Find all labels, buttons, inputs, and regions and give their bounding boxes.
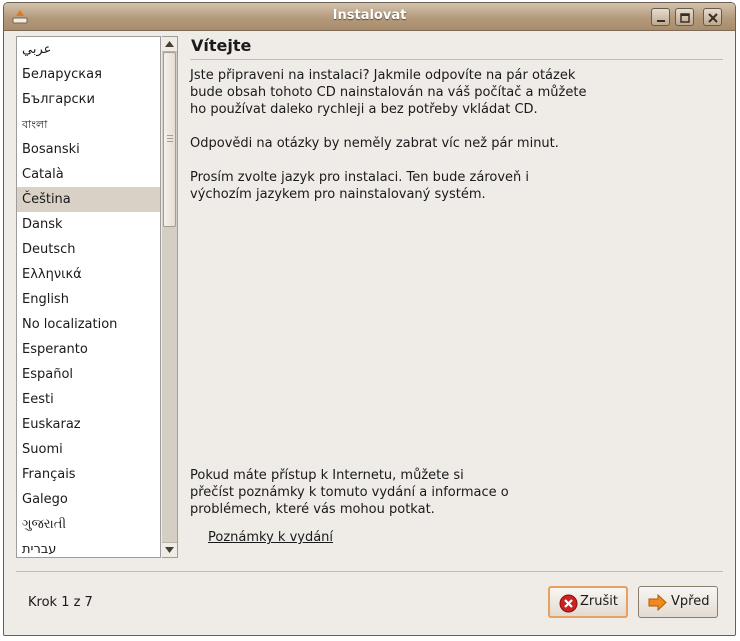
close-icon [708, 13, 718, 23]
duration-paragraph: Odpovědi na otázky by neměly zabrat víc … [190, 136, 559, 151]
language-item-no-localization[interactable]: No localization [17, 312, 160, 337]
next-label: Vpřed [671, 594, 710, 609]
cancel-label: Zrušit [580, 594, 618, 609]
language-item-bengali[interactable]: বাংলা [17, 112, 160, 137]
intro-line: ho používat daleko rychleji a bez potřeb… [190, 102, 538, 117]
arrow-down-icon [165, 547, 174, 553]
internet-paragraph: Pokud máte přístup k Internetu, můžete s… [190, 467, 610, 518]
language-item-greek[interactable]: Ελληνικά [17, 262, 160, 287]
page-title: Vítejte [191, 36, 252, 55]
language-item-danish[interactable]: Dansk [17, 212, 160, 237]
scroll-down-button[interactable] [162, 542, 177, 557]
language-list[interactable]: عربي Беларуская Български বাংলা Bosanski… [16, 36, 161, 558]
window-title: Instalovat [332, 8, 407, 23]
footer-divider [16, 571, 723, 572]
language-line: Prosím zvolte jazyk pro instalaci. Ten b… [190, 170, 530, 185]
intro-paragraph: Jste připraveni na instalaci? Jakmile od… [190, 67, 610, 118]
language-item-belarusian[interactable]: Беларуская [17, 62, 160, 87]
scrollbar-grip [167, 135, 173, 136]
scrollbar-grip [167, 141, 173, 142]
intro-line: Jste připraveni na instalaci? Jakmile od… [190, 68, 576, 83]
internet-line: přečíst poznámky k tomuto vydání a infor… [190, 485, 509, 500]
arrow-up-icon [165, 41, 174, 47]
maximize-button[interactable] [675, 8, 694, 26]
minimize-button[interactable] [651, 8, 670, 26]
language-item-esperanto[interactable]: Esperanto [17, 337, 160, 362]
language-item-english[interactable]: English [17, 287, 160, 312]
language-item-estonian[interactable]: Eesti [17, 387, 160, 412]
language-item-czech[interactable]: Čeština [17, 187, 160, 212]
heading-divider [190, 59, 723, 60]
language-item-french[interactable]: Français [17, 462, 160, 487]
language-item-finnish[interactable]: Suomi [17, 437, 160, 462]
language-item-bosnian[interactable]: Bosanski [17, 137, 160, 162]
scrollbar-thumb[interactable] [163, 52, 176, 227]
cancel-icon [559, 594, 578, 613]
scrollbar-grip [167, 138, 173, 139]
language-item-gujarati[interactable]: ગુજરાતી [17, 512, 160, 537]
minimize-icon [657, 20, 665, 22]
language-item-bulgarian[interactable]: Български [17, 87, 160, 112]
language-item-catalan[interactable]: Català [17, 162, 160, 187]
release-notes-link[interactable]: Poznámky k vydání [208, 530, 333, 545]
language-item-bengali-label: বাংলা [22, 118, 48, 131]
internet-line: Pokud máte přístup k Internetu, můžete s… [190, 468, 464, 483]
installer-window: Instalovat عربي Беларуская Български বাং… [3, 2, 736, 636]
language-item-arabic[interactable]: عربي [17, 37, 160, 62]
language-item-spanish[interactable]: Español [17, 362, 160, 387]
language-paragraph: Prosím zvolte jazyk pro instalaci. Ten b… [190, 169, 610, 203]
internet-line: problémech, které vás mohou potkat. [190, 502, 435, 517]
maximize-icon [680, 13, 690, 23]
language-line: výchozím jazykem pro nainstalovaný systé… [190, 187, 486, 202]
language-item-basque[interactable]: Euskaraz [17, 412, 160, 437]
language-item-galician[interactable]: Galego [17, 487, 160, 512]
intro-line: bude obsah tohoto CD nainstalován na váš… [190, 85, 587, 100]
next-button[interactable]: Vpřed [638, 586, 718, 618]
close-button[interactable] [703, 8, 722, 26]
language-list-scrollbar[interactable] [162, 36, 178, 558]
scroll-up-button[interactable] [162, 37, 177, 52]
cancel-button[interactable]: Zrušit [548, 586, 628, 618]
language-item-german[interactable]: Deutsch [17, 237, 160, 262]
title-bar[interactable]: Instalovat [4, 3, 735, 31]
arrow-right-icon [648, 593, 667, 612]
language-item-hebrew[interactable]: עברית [17, 537, 160, 557]
step-indicator: Krok 1 z 7 [28, 595, 93, 610]
